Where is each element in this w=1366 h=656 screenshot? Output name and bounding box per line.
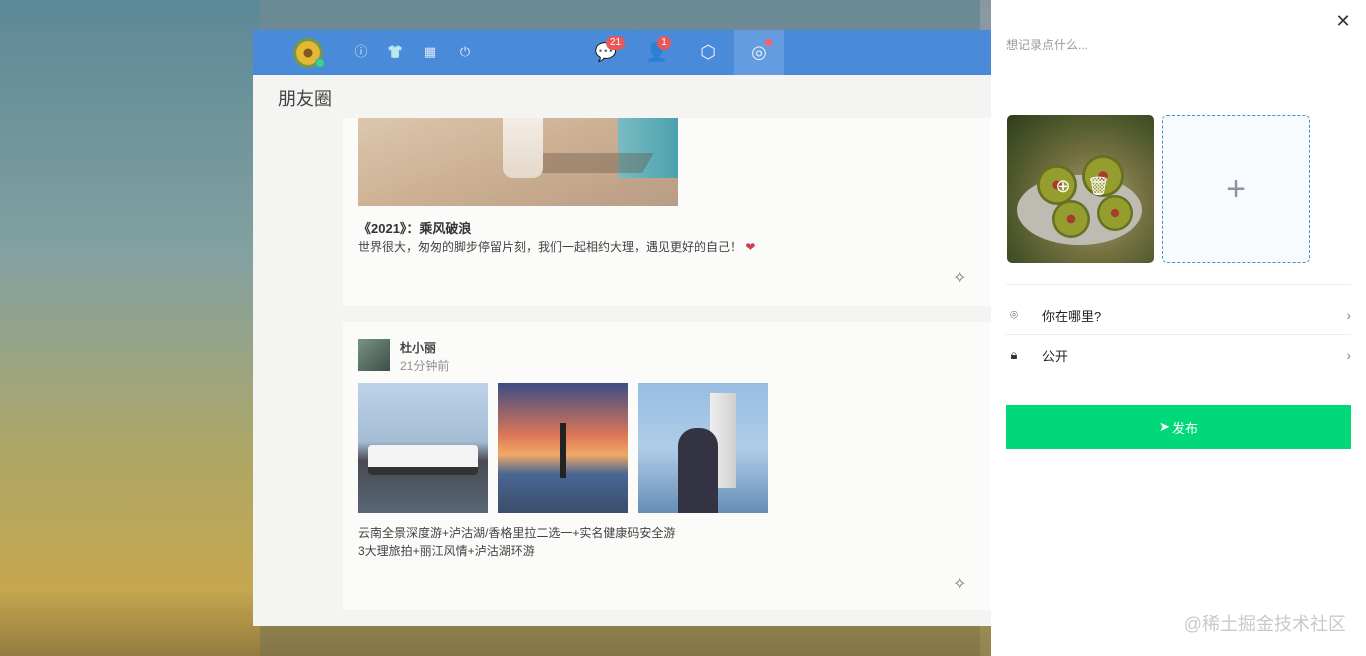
divider [1006, 284, 1351, 285]
location-label: 你在哪里? [1042, 308, 1102, 324]
location-row[interactable]: ⌾ 你在哪里? › [1006, 295, 1351, 335]
send-icon: ➤ [1159, 419, 1170, 434]
visibility-label: 公开 [1042, 348, 1069, 364]
upload-image-button[interactable]: + [1162, 115, 1310, 263]
chevron-right-icon: › [1346, 347, 1351, 363]
close-icon[interactable]: ✕ [1334, 12, 1352, 30]
zoom-in-icon[interactable]: ⊕ [1052, 175, 1074, 197]
chevron-right-icon: › [1346, 307, 1351, 323]
modal-overlay[interactable] [0, 0, 991, 656]
post-content-input[interactable] [1006, 36, 1336, 96]
lock-icon: 🔒︎ [1010, 347, 1018, 362]
publish-button[interactable]: ➤ 发布 [1006, 405, 1351, 449]
publish-label: 发布 [1171, 420, 1198, 436]
uploaded-image-thumbnail[interactable]: ⊕ 🗑 [1007, 115, 1154, 263]
plus-icon: + [1226, 169, 1246, 208]
visibility-row[interactable]: 🔒︎ 公开 › [1006, 335, 1351, 375]
location-pin-icon: ⌾ [1010, 307, 1018, 322]
trash-icon[interactable]: 🗑 [1087, 175, 1110, 197]
publish-drawer: ✕ ⊕ 🗑 + ⌾ 你在哪里? › 🔒︎ 公开 › ➤ 发布 @稀土掘金技术社区 [991, 0, 1366, 656]
watermark: @稀土掘金技术社区 [1183, 614, 1346, 634]
